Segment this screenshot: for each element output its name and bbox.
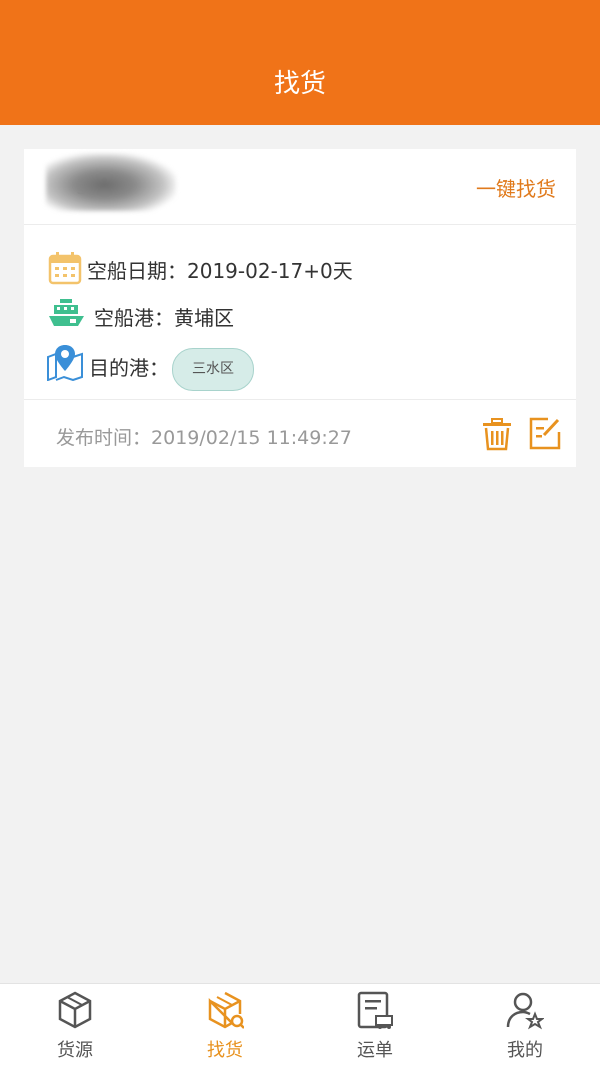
app-header: 找货 bbox=[0, 0, 600, 125]
publish-time: 发布时间：2019/02/15 11:49:27 bbox=[56, 427, 352, 449]
card-divider bbox=[24, 399, 576, 400]
redacted-name-scribble bbox=[46, 153, 176, 211]
quick-find-button[interactable]: 一键找货 bbox=[476, 173, 556, 202]
page-title: 找货 bbox=[273, 69, 326, 99]
tab-label: 找货 bbox=[207, 1040, 243, 1061]
tab-label: 货源 bbox=[57, 1040, 93, 1061]
tab-waybill[interactable]: 运单 bbox=[300, 984, 450, 1068]
cargo-card[interactable]: 安达3688 一键找货 空船日期：2019-02-17+0天 空船港：黄埔区 目… bbox=[24, 149, 576, 467]
user-star-icon bbox=[506, 992, 544, 1030]
bottom-tab-bar: 货源 找货 运单 我的 bbox=[0, 983, 600, 1068]
tab-mine[interactable]: 我的 bbox=[450, 984, 600, 1068]
map-pin-icon bbox=[47, 345, 83, 381]
tab-label: 运单 bbox=[357, 1040, 393, 1061]
box-search-icon bbox=[208, 991, 244, 1029]
empty-date: 空船日期：2019-02-17+0天 bbox=[87, 259, 353, 283]
dest-port-label: 目的港： bbox=[89, 356, 169, 380]
tab-label: 我的 bbox=[507, 1040, 543, 1061]
edit-icon[interactable] bbox=[528, 416, 562, 450]
empty-port: 空船港：黄埔区 bbox=[94, 306, 234, 330]
tab-find-cargo[interactable]: 找货 bbox=[150, 984, 300, 1068]
card-header: 安达3688 一键找货 bbox=[24, 149, 576, 225]
ship-icon bbox=[49, 299, 84, 326]
trash-icon[interactable] bbox=[480, 417, 514, 451]
box-icon bbox=[58, 991, 92, 1029]
waybill-icon bbox=[357, 991, 393, 1029]
tab-cargo-source[interactable]: 货源 bbox=[0, 984, 150, 1068]
calendar-icon bbox=[48, 252, 82, 285]
dest-port-tag[interactable]: 三水区 bbox=[172, 348, 254, 391]
